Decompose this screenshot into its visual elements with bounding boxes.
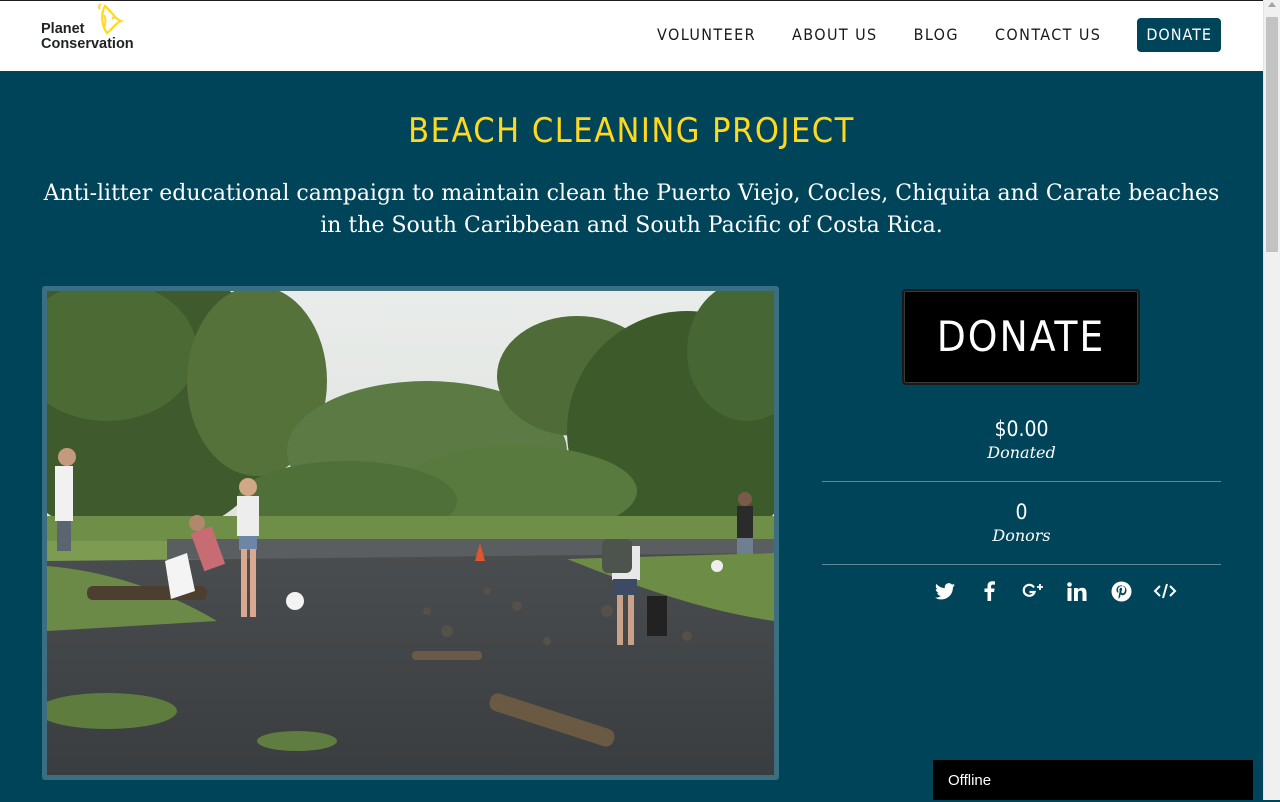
donors-count: 0 — [1015, 500, 1028, 524]
nav-item-about-us[interactable]: ABOUT US — [792, 18, 878, 52]
chat-status-tab[interactable]: Offline — [933, 760, 1253, 800]
nav-item-contact-us[interactable]: CONTACT US — [995, 18, 1101, 52]
donated-label: Donated — [987, 443, 1056, 462]
embed-code-icon[interactable] — [1152, 578, 1178, 604]
fish-icon — [98, 3, 125, 35]
site-header: Planet Conservation VOLUNTEER ABOUT US B… — [0, 0, 1263, 71]
twitter-icon[interactable] — [932, 578, 958, 604]
project-photo — [47, 291, 774, 775]
share-icons — [932, 578, 1196, 604]
nav-donate-button[interactable]: DONATE — [1137, 18, 1221, 52]
pinterest-icon[interactable] — [1108, 578, 1134, 604]
nav-item-volunteer[interactable]: VOLUNTEER — [657, 18, 756, 52]
linkedin-icon[interactable] — [1064, 578, 1090, 604]
vertical-scrollbar[interactable] — [1263, 0, 1280, 800]
donate-button[interactable]: DONATE — [902, 289, 1140, 385]
main-nav: VOLUNTEER ABOUT US BLOG CONTACT US DONAT… — [621, 18, 1221, 52]
logo-text-line2: Conservation — [41, 36, 134, 52]
divider — [822, 564, 1221, 565]
scrollbar-thumb[interactable] — [1266, 17, 1278, 252]
project-subtitle: Anti-litter educational campaign to main… — [43, 181, 1220, 238]
donated-amount: $0.00 — [994, 417, 1049, 441]
nav-item-blog[interactable]: BLOG — [914, 18, 959, 52]
divider — [822, 481, 1221, 482]
donors-label: Donors — [992, 526, 1051, 545]
project-photo-frame — [42, 286, 779, 780]
donors-stat: 0 Donors — [822, 499, 1221, 547]
logo-text-line1: Planet — [41, 21, 85, 37]
google-plus-icon[interactable] — [1020, 578, 1046, 604]
scroll-up-arrow-icon[interactable] — [1268, 2, 1276, 7]
facebook-icon[interactable] — [976, 578, 1002, 604]
donated-stat: $0.00 Donated — [822, 416, 1221, 464]
project-title: BEACH CLEANING PROJECT — [408, 111, 855, 151]
logo[interactable]: Planet Conservation — [41, 3, 161, 59]
